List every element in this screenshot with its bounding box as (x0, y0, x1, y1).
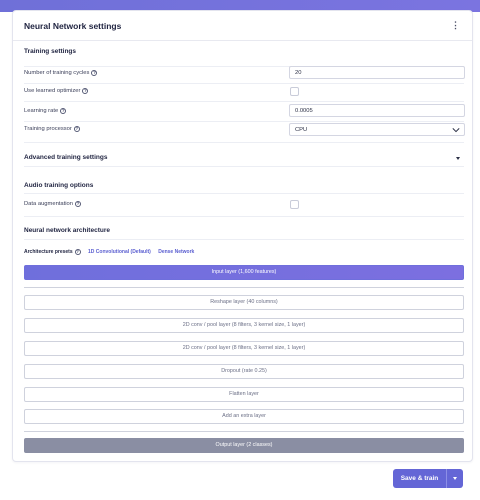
settings-card: Neural Network settings ⋮ Training setti… (12, 10, 473, 462)
card-title: Neural Network settings (24, 21, 122, 31)
help-icon[interactable]: ? (74, 249, 81, 255)
audio-training-options-title: Audio training options (24, 182, 94, 189)
divider (24, 83, 464, 84)
save-train-button-group: Save & train (393, 469, 463, 488)
divider (24, 193, 464, 194)
nn-architecture-title: Neural network architecture (24, 227, 110, 234)
caret-down-icon[interactable] (456, 157, 460, 160)
output-layer[interactable]: Output layer (2 classes) (24, 438, 464, 453)
add-extra-layer-button[interactable]: Add an extra layer (24, 409, 464, 424)
divider (24, 239, 464, 240)
divider (24, 166, 464, 167)
learning-rate-input[interactable]: 0.0005 (289, 104, 465, 117)
training-processor-label-text: Training processor (24, 126, 72, 132)
layer-dropout[interactable]: Dropout (rate 0.25) (24, 364, 464, 379)
architecture-presets-label: Architecture presets (24, 249, 73, 255)
save-options-caret-icon[interactable] (447, 469, 463, 488)
training-cycles-input[interactable]: 20 (289, 66, 465, 79)
data-augmentation-label: Data augmentation? (24, 201, 81, 207)
learned-optimizer-label-text: Use learned optimizer (24, 88, 81, 94)
divider (24, 142, 464, 143)
help-icon[interactable]: ? (73, 126, 80, 132)
layer-flatten[interactable]: Flatten layer (24, 387, 464, 402)
help-icon[interactable]: ? (91, 70, 98, 76)
help-icon[interactable]: ? (60, 108, 67, 114)
help-icon[interactable]: ? (82, 88, 89, 94)
learned-optimizer-label: Use learned optimizer? (24, 88, 89, 94)
training-processor-value: CPU (295, 127, 308, 133)
layer-reshape[interactable]: Reshape layer (40 columns) (24, 295, 464, 310)
chevron-down-icon (452, 128, 460, 133)
data-augmentation-checkbox[interactable] (290, 200, 299, 209)
layer-conv-pool-1[interactable]: 2D conv / pool layer (8 filters, 3 kerne… (24, 318, 464, 333)
card-header: Neural Network settings ⋮ (13, 11, 472, 41)
training-processor-select[interactable]: CPU (289, 123, 465, 136)
layer-divider (24, 431, 464, 432)
preset-dense-network-link[interactable]: Dense Network (158, 249, 194, 255)
divider (24, 101, 464, 102)
training-cycles-label-text: Number of training cycles (24, 70, 90, 76)
save-train-button[interactable]: Save & train (393, 469, 446, 488)
architecture-presets: Architecture presets? 1D Convolutional (… (24, 249, 194, 255)
learning-rate-label-text: Learning rate (24, 108, 59, 114)
data-augmentation-label-text: Data augmentation (24, 201, 73, 207)
help-icon[interactable]: ? (75, 201, 81, 207)
input-layer[interactable]: Input layer (1,600 features) (24, 265, 464, 280)
layer-conv-pool-2[interactable]: 2D conv / pool layer (8 filters, 3 kerne… (24, 341, 464, 356)
advanced-training-settings-toggle[interactable]: Advanced training settings (24, 154, 107, 161)
training-cycles-label: Number of training cycles? (24, 70, 98, 76)
learning-rate-label: Learning rate? (24, 108, 67, 114)
training-processor-label: Training processor? (24, 126, 80, 132)
training-settings-title: Training settings (24, 48, 77, 55)
preset-1d-conv-link[interactable]: 1D Convolutional (Default) (88, 249, 151, 255)
learned-optimizer-checkbox[interactable] (290, 87, 299, 96)
layer-divider (24, 287, 464, 288)
more-options-icon[interactable]: ⋮ (451, 20, 460, 30)
divider (24, 216, 464, 217)
divider (24, 121, 464, 122)
